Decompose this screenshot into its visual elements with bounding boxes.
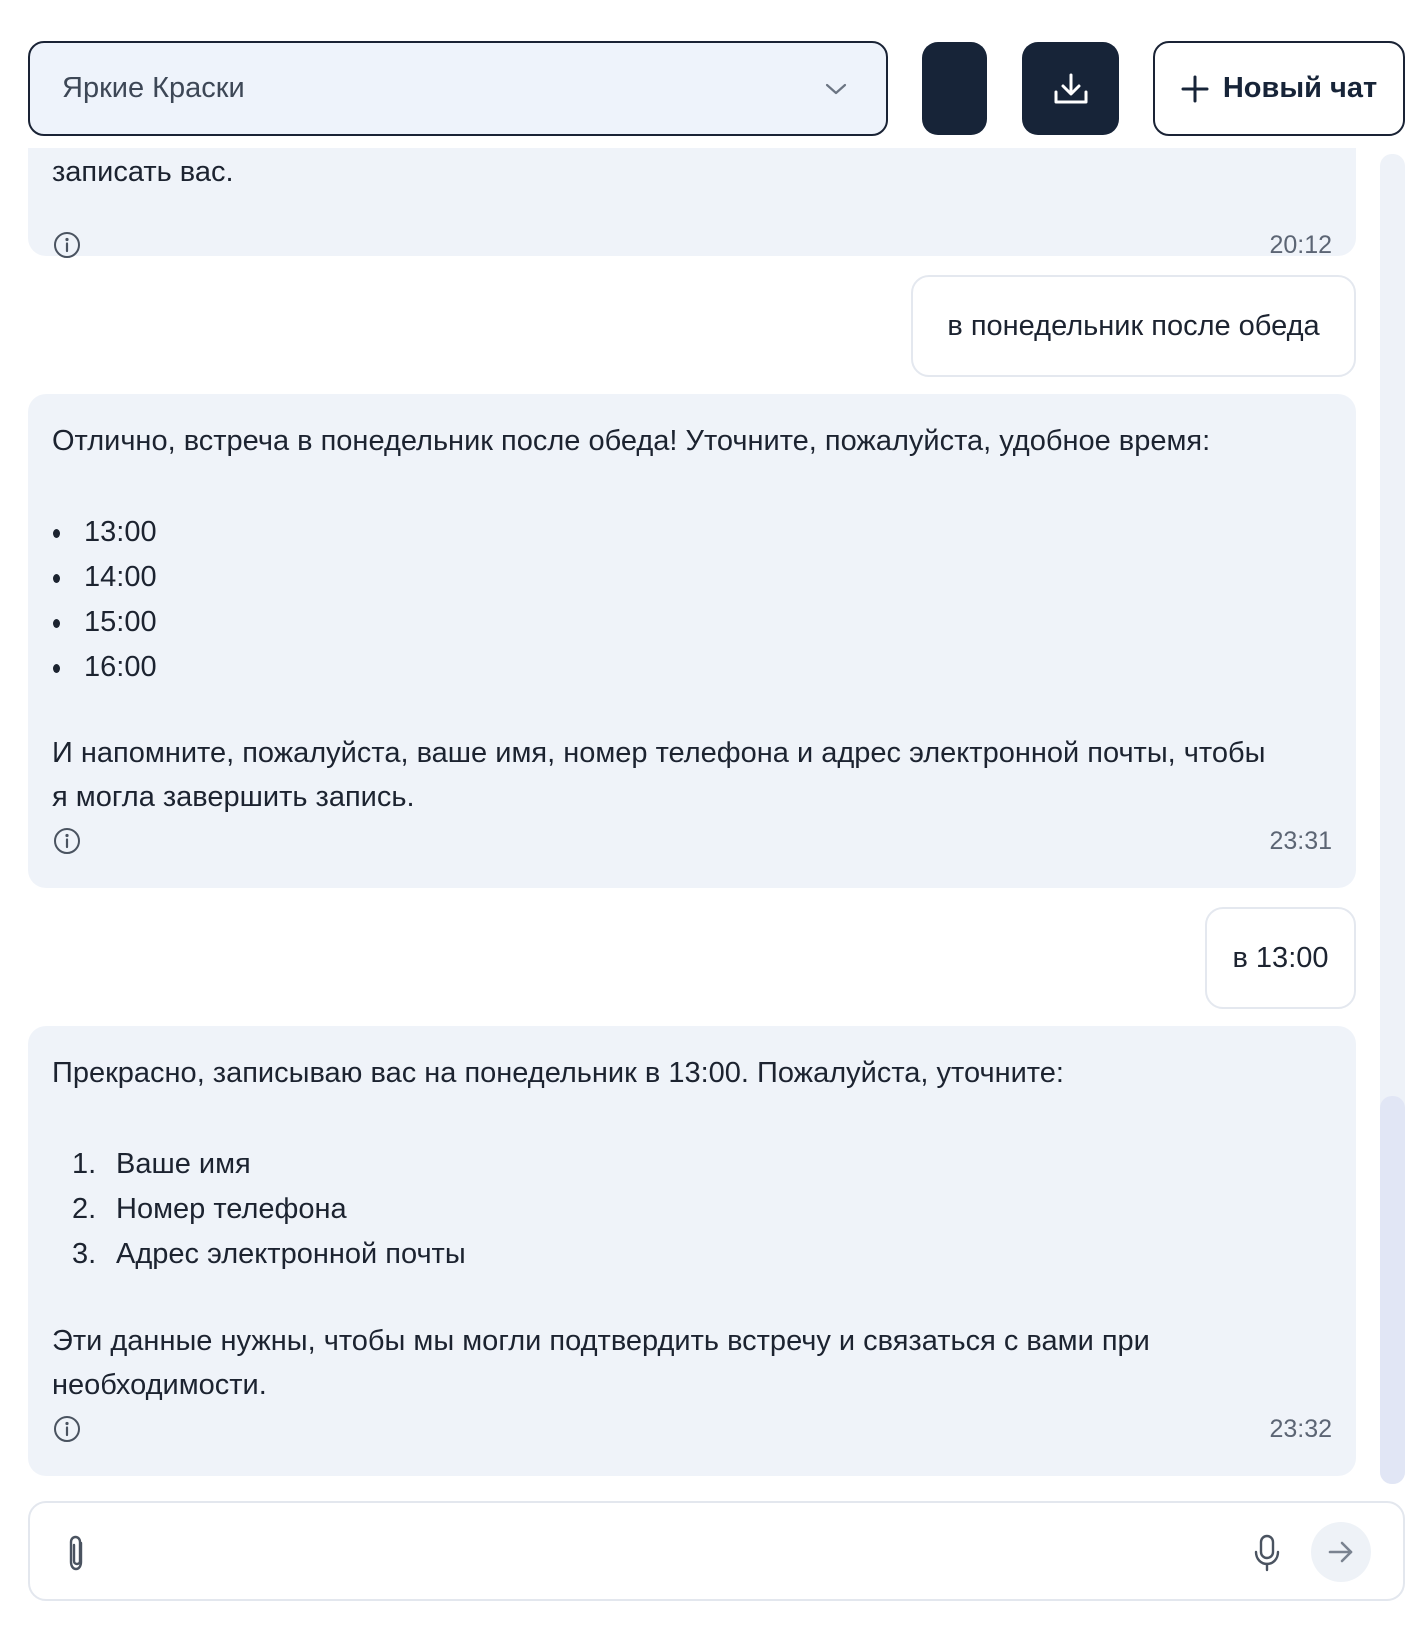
message-text: Прекрасно, записываю вас на понедельник … <box>52 1057 1064 1089</box>
download-button[interactable] <box>1022 42 1119 135</box>
arrow-right-icon <box>1328 1541 1353 1563</box>
message-time: 20:12 <box>1269 231 1332 259</box>
list-item: 16:00 <box>52 645 157 690</box>
info-icon[interactable] <box>52 1414 82 1444</box>
list-item: 13:00 <box>52 510 157 555</box>
message-text: Отлично, встреча в понедельник после обе… <box>52 425 1211 457</box>
toolbar-button[interactable] <box>922 42 987 135</box>
message-text: И напомните, пожалуйста, ваше имя, номер… <box>52 737 1266 769</box>
assistant-select[interactable]: Яркие Краски <box>28 41 888 136</box>
top-bar: Яркие Краски Новый чат <box>0 0 1418 148</box>
time-options-list: 13:00 14:00 15:00 16:00 <box>52 510 157 690</box>
send-button[interactable] <box>1311 1522 1371 1582</box>
new-chat-label: Новый чат <box>1222 72 1378 104</box>
message-text: необходимости. <box>52 1369 267 1401</box>
chat-messages: записать вас. 20:12 в понедельник после … <box>0 148 1418 1483</box>
chevron-down-icon <box>825 83 847 95</box>
bot-message: записать вас. 20:12 <box>28 148 1356 259</box>
bot-message: Прекрасно, записываю вас на понедельник … <box>28 1026 1356 1476</box>
message-text: в 13:00 <box>1232 941 1329 974</box>
list-item: 2. Номер телефона <box>72 1193 347 1225</box>
assistant-select-value: Яркие Краски <box>62 72 245 104</box>
message-text: записать вас. <box>52 156 234 188</box>
message-text: в понедельник после обеда <box>947 309 1320 342</box>
user-message: в понедельник после обеда <box>911 275 1356 377</box>
message-time: 23:32 <box>1269 1415 1332 1443</box>
required-data-list: 1. Ваше имя 2. Номер телефона 3. Адрес э… <box>52 1142 466 1277</box>
list-item: 15:00 <box>52 600 157 645</box>
bot-message: Отлично, встреча в понедельник после обе… <box>28 394 1356 888</box>
list-item: 3. Адрес электронной почты <box>72 1238 466 1270</box>
plus-icon <box>1181 75 1209 102</box>
paperclip-icon[interactable] <box>62 1533 90 1573</box>
message-text: я могла завершить запись. <box>52 781 415 813</box>
message-time: 23:31 <box>1269 827 1332 855</box>
list-item: 14:00 <box>52 555 157 600</box>
new-chat-button[interactable]: Новый чат <box>1153 41 1405 136</box>
microphone-icon[interactable] <box>1252 1533 1282 1573</box>
info-icon[interactable] <box>52 826 82 856</box>
message-composer[interactable] <box>28 1501 1405 1601</box>
list-item: 1. Ваше имя <box>72 1148 251 1180</box>
download-icon <box>1054 73 1087 103</box>
user-message: в 13:00 <box>1205 907 1356 1009</box>
message-text: Эти данные нужны, чтобы мы могли подтвер… <box>52 1325 1150 1357</box>
info-icon[interactable] <box>52 230 82 260</box>
